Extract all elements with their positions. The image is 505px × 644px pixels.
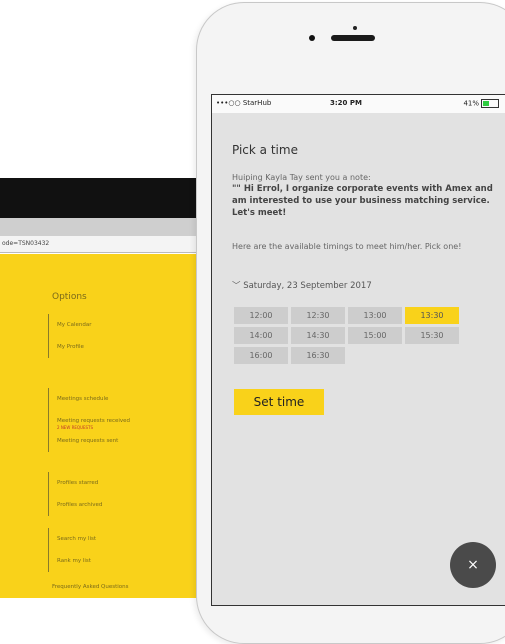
note-intro: Huiping Kayla Tay sent you a note:	[232, 173, 371, 182]
phone-sensor-icon	[353, 26, 357, 30]
options-item[interactable]: Meeting requests sent	[49, 430, 130, 452]
options-item[interactable]: Rank my list	[49, 550, 96, 572]
options-group: My Calendar My Profile	[48, 314, 91, 358]
options-item[interactable]: Meetings schedule	[49, 388, 130, 410]
status-time: 3:20 PM	[330, 99, 362, 107]
options-group: Profiles starred Profiles archived	[48, 472, 102, 516]
phone-screen: •••○○ StarHub 3:20 PM 41% Pick a time Hu…	[211, 94, 505, 606]
battery-icon	[481, 99, 499, 108]
options-item[interactable]: Profiles archived	[49, 494, 102, 516]
options-group: Search my list Rank my list	[48, 528, 96, 572]
options-title: Options	[52, 292, 87, 302]
date-label: Saturday, 23 September 2017	[243, 281, 372, 291]
options-item[interactable]: My Profile	[49, 336, 91, 358]
options-group: Meetings schedule Meeting requests receiv…	[48, 388, 130, 452]
options-panel: Options My Calendar My Profile Meetings sc…	[0, 254, 215, 598]
time-slot[interactable]: 15:00	[348, 327, 402, 344]
status-bar: •••○○ StarHub 3:20 PM 41%	[212, 95, 505, 113]
note-text: "" Hi Errol, I organize corporate events…	[232, 184, 493, 218]
page-title: Pick a time	[232, 143, 298, 157]
time-slot[interactable]: 15:30	[405, 327, 459, 344]
battery-indicator: 41%	[463, 99, 499, 108]
time-slot[interactable]: 12:00	[234, 307, 288, 324]
time-slot[interactable]: 16:30	[291, 347, 345, 364]
options-item[interactable]: My Calendar	[49, 314, 91, 336]
options-item[interactable]: Profiles starred	[49, 472, 102, 494]
url-bar[interactable]: ode=TSN03432	[0, 236, 202, 253]
close-icon: ×	[467, 557, 479, 573]
time-slot-grid: 12:00 12:30 13:00 13:30 14:00 14:30 15:00 15:30…	[234, 307, 474, 364]
time-slot[interactable]: 14:00	[234, 327, 288, 344]
time-slot[interactable]: 14:30	[291, 327, 345, 344]
time-slot[interactable]: 16:00	[234, 347, 288, 364]
set-time-button[interactable]: Set time	[234, 389, 324, 415]
time-slot[interactable]: 13:30	[405, 307, 459, 324]
time-slot[interactable]: 13:00	[348, 307, 402, 324]
tablet-top-bar	[0, 178, 215, 218]
available-timings-text: Here are the available timings to meet h…	[232, 242, 462, 251]
options-item[interactable]: Search my list	[49, 528, 96, 550]
battery-percent: 41%	[463, 99, 479, 108]
background-tablet: ode=TSN03432 Options My Calendar My Profi…	[0, 170, 215, 598]
time-slot[interactable]: 12:30	[291, 307, 345, 324]
carrier-label: •••○○ StarHub	[216, 99, 272, 107]
phone-speaker-icon	[331, 35, 375, 41]
chevron-down-icon: ﹀	[232, 281, 244, 291]
date-selector[interactable]: ﹀ Saturday, 23 September 2017	[232, 279, 372, 291]
faq-link[interactable]: Frequently Asked Questions	[52, 584, 129, 590]
phone-device: •••○○ StarHub 3:20 PM 41% Pick a time Hu…	[196, 2, 505, 644]
phone-camera-icon	[309, 35, 315, 41]
close-button[interactable]: ×	[450, 542, 496, 588]
browser-toolbar	[0, 218, 215, 236]
